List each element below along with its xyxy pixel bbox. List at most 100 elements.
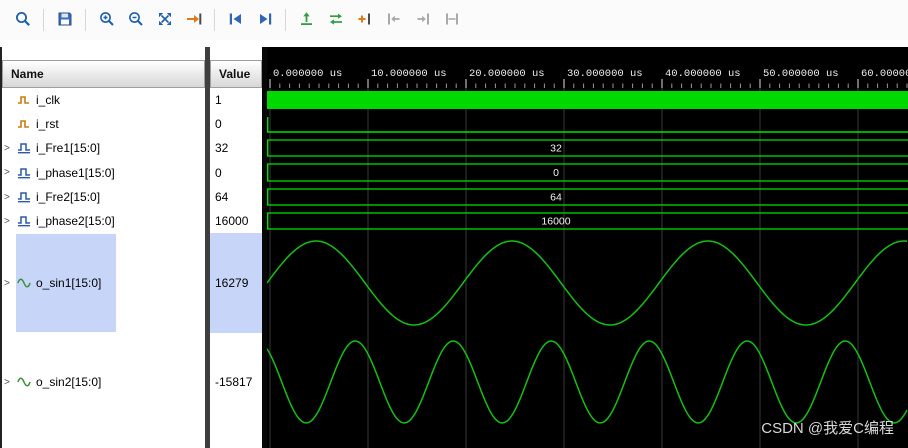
save-button[interactable]: [51, 7, 78, 34]
signal-name-rows: i_clk i_rst > i_Fre1[15:0] > i_phase1[15:0] > i…: [0, 88, 205, 431]
signal-value-cell[interactable]: 16000: [210, 209, 262, 233]
go-to-cursor-icon: [185, 10, 203, 31]
go-to-cursor-button[interactable]: [180, 7, 207, 34]
expand-arrow-icon[interactable]: >: [0, 377, 17, 388]
signal-name-label: i_clk: [36, 93, 61, 107]
ruler-tick-label: 10.000000 us: [371, 68, 447, 80]
analog-signal-icon: [17, 277, 33, 289]
value-column-header: Value: [210, 60, 262, 88]
zoom-cursor-icon: [14, 10, 32, 31]
waveform-canvas[interactable]: 0.000000 us 10.000000 us 20.000000 us 30.00…: [267, 47, 908, 448]
expand-arrow-icon[interactable]: >: [0, 167, 17, 178]
watermark: CSDN @我爱C编程: [761, 420, 894, 437]
signal-value-cell[interactable]: 0: [210, 160, 262, 185]
bit-signal-icon: [17, 118, 33, 130]
wave-row-bus[interactable]: 16000: [267, 212, 908, 230]
signal-name-label: o_sin1[15:0]: [36, 276, 102, 290]
bus-value-label: 64: [550, 192, 562, 204]
expand-arrow-icon[interactable]: >: [0, 143, 17, 154]
save-icon: [56, 10, 74, 31]
fit-markers-button[interactable]: [438, 7, 465, 34]
toolbar-separator: [85, 9, 86, 31]
ruler-tick-label: 60.000000 us: [861, 68, 908, 80]
expand-arrow-icon[interactable]: >: [0, 192, 17, 203]
signal-name-label: i_Fre1[15:0]: [36, 141, 101, 155]
signal-name-row[interactable]: > i_phase2[15:0]: [0, 209, 205, 233]
time-ruler[interactable]: 0.000000 us 10.000000 us 20.000000 us 30.00…: [269, 68, 908, 88]
toolbar-separator: [285, 9, 286, 31]
next-transition-button[interactable]: [251, 7, 278, 34]
signal-name-row[interactable]: > o_sin1[15:0]: [0, 233, 205, 333]
ruler-tick-label: 0.000000 us: [273, 68, 342, 80]
grid-lines: [269, 88, 859, 448]
previous-marker-button[interactable]: [380, 7, 407, 34]
wave-row-clock[interactable]: [267, 91, 908, 109]
signal-name-row[interactable]: > i_Fre2[15:0]: [0, 185, 205, 209]
signal-name-row[interactable]: i_clk: [0, 88, 205, 112]
fit-markers-icon: [443, 10, 461, 31]
signal-name-row[interactable]: > i_phase1[15:0]: [0, 160, 205, 185]
previous-marker-icon: [385, 10, 403, 31]
signal-value-panel: Value 1 0 32 0 64 16000 16279 -15817: [210, 40, 262, 448]
waveform-panel[interactable]: 0.000000 us 10.000000 us 20.000000 us 30.00…: [267, 47, 908, 448]
bus-value-label: 16000: [541, 216, 570, 228]
main-content: Name i_clk i_rst > i_Fre1[15:0] > i_phase1[15…: [0, 40, 908, 448]
signal-value-cell[interactable]: 1: [210, 88, 262, 112]
zoom-in-button[interactable]: [93, 7, 120, 34]
signal-name-label: i_Fre2[15:0]: [36, 190, 101, 204]
swap-cursors-button[interactable]: [322, 7, 349, 34]
waveform-viewer-window: Name i_clk i_rst > i_Fre1[15:0] > i_phase1[15…: [0, 0, 908, 448]
next-transition-icon: [256, 10, 274, 31]
zoom-cursor-button[interactable]: [9, 7, 36, 34]
signal-name-label: i_phase1[15:0]: [36, 165, 115, 180]
bit-signal-icon: [17, 94, 33, 106]
signal-name-row[interactable]: i_rst: [0, 112, 205, 136]
restore-cursor-button[interactable]: [293, 7, 320, 34]
zoom-fit-icon: [156, 10, 174, 31]
signal-name-label: o_sin2[15:0]: [36, 375, 102, 389]
ruler-tick-label: 40.000000 us: [665, 68, 741, 80]
signal-name-panel: Name i_clk i_rst > i_Fre1[15:0] > i_phase1[15…: [0, 40, 205, 448]
swap-cursors-icon: [327, 10, 345, 31]
expand-arrow-icon[interactable]: >: [0, 278, 17, 289]
signal-value-rows: 1 0 32 0 64 16000 16279 -15817: [210, 88, 262, 431]
bus-signal-icon: [17, 142, 33, 154]
zoom-out-icon: [127, 10, 145, 31]
ruler-tick-label: 30.000000 us: [567, 68, 643, 80]
wave-row-analog[interactable]: [267, 340, 908, 424]
bus-signal-icon: [17, 167, 33, 179]
bus-signal-icon: [17, 191, 33, 203]
signal-name-row[interactable]: > o_sin2[15:0]: [0, 333, 205, 431]
toolbar-separator: [43, 9, 44, 31]
signal-value-cell[interactable]: 64: [210, 185, 262, 209]
next-marker-icon: [414, 10, 432, 31]
signal-value-cell[interactable]: -15817: [210, 333, 262, 431]
expand-arrow-icon[interactable]: >: [0, 216, 17, 227]
wave-row-analog[interactable]: [267, 240, 908, 326]
panel-left-edge: [0, 47, 2, 448]
signal-name-row[interactable]: > i_Fre1[15:0]: [0, 136, 205, 160]
analog-signal-icon: [17, 376, 33, 388]
restore-cursor-icon: [298, 10, 316, 31]
wave-row-bus[interactable]: 0: [267, 163, 908, 182]
toolbar-separator: [214, 9, 215, 31]
zoom-out-button[interactable]: [122, 7, 149, 34]
wave-row-low[interactable]: [267, 117, 908, 133]
signal-value-cell[interactable]: 32: [210, 136, 262, 160]
signal-name-label: i_phase2[15:0]: [36, 214, 115, 228]
signal-name-label: i_rst: [36, 117, 59, 131]
signal-value-cell[interactable]: 16279: [210, 233, 262, 333]
name-column-header: Name: [2, 60, 205, 88]
previous-transition-button[interactable]: [222, 7, 249, 34]
signal-value-cell[interactable]: 0: [210, 112, 262, 136]
toolbar: [0, 0, 908, 41]
ruler-tick-label: 50.000000 us: [763, 68, 839, 80]
add-marker-icon: [356, 10, 374, 31]
wave-row-bus[interactable]: 32: [267, 139, 908, 157]
zoom-fit-button[interactable]: [151, 7, 178, 34]
wave-row-bus[interactable]: 64: [267, 188, 908, 206]
bus-value-label: 32: [550, 143, 562, 155]
add-marker-button[interactable]: [351, 7, 378, 34]
next-marker-button[interactable]: [409, 7, 436, 34]
bus-signal-icon: [17, 215, 33, 227]
